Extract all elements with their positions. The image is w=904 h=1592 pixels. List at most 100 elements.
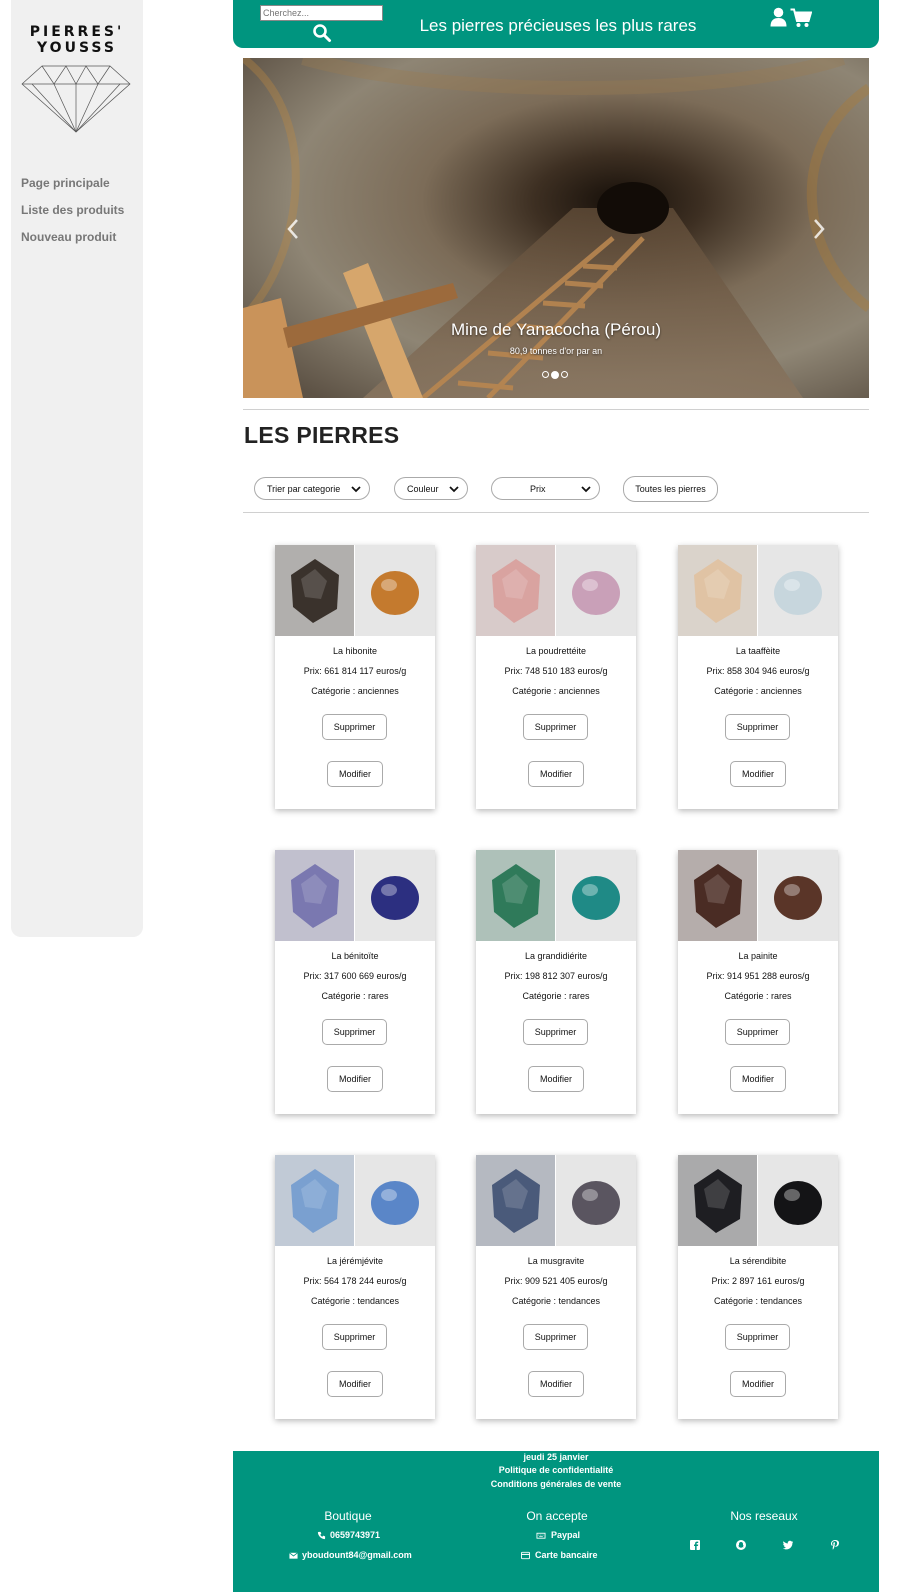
diamond-icon [21,65,131,133]
product-image [758,1155,838,1246]
pinterest-icon[interactable] [829,1539,841,1551]
product-image [476,1155,555,1246]
product-price: Prix: 317 600 669 euros/g [303,971,407,981]
product-image [476,850,555,941]
search-input[interactable] [260,5,383,21]
product-card: La musgravite Prix: 909 521 405 euros/g Ca… [476,1155,636,1419]
carousel-prev-icon[interactable] [285,218,301,240]
footer-email-text: yboudount84@gmail.com [302,1550,412,1560]
product-image [355,850,435,941]
delete-button[interactable]: Supprimer [523,714,588,740]
product-price: Prix: 661 814 117 euros/g [303,666,407,676]
footer-phone-text: 0659743971 [330,1530,381,1540]
edit-button[interactable]: Modifier [528,1066,584,1092]
logo-line1: PIERRES' [29,24,125,40]
product-image [275,545,354,636]
divider [243,409,869,410]
product-image [556,545,636,636]
product-name: La taaffèite [735,646,781,656]
logo[interactable]: PIERRES' YOUSSS [11,24,143,56]
product-image [678,545,757,636]
edit-button[interactable]: Modifier [327,761,383,787]
edit-button[interactable]: Modifier [528,1371,584,1397]
footer-email[interactable]: yboudount84@gmail.com [289,1550,412,1560]
footer-card: Carte bancaire [520,1550,598,1560]
nav-page-principale[interactable]: Page principale [21,173,124,200]
footer-paypal: Paypal [535,1530,580,1540]
product-category: Catégorie : anciennes [512,686,600,696]
delete-button[interactable]: Supprimer [322,1019,387,1045]
privacy-link[interactable]: Politique de confidentialité [233,1465,879,1475]
product-card: La sérendibite Prix: 2 897 161 euros/g Cat… [678,1155,838,1419]
delete-button[interactable]: Supprimer [322,714,387,740]
cart-icon[interactable] [790,8,812,28]
product-image [275,850,354,941]
delete-button[interactable]: Supprimer [523,1324,588,1350]
product-name: La musgravite [527,1256,585,1266]
logo-line2: YOUSSS [37,40,117,56]
phone-icon [317,1531,326,1539]
product-card: La bénitoïte Prix: 317 600 669 euros/g Cat… [275,850,435,1114]
carousel-indicator[interactable] [551,370,559,379]
product-category: Catégorie : tendances [713,1296,803,1306]
product-image [355,545,435,636]
delete-button[interactable]: Supprimer [725,1019,790,1045]
facebook-icon[interactable] [689,1539,701,1551]
color-select-value: Couleur [407,483,439,494]
product-card: La painite Prix: 914 951 288 euros/g Catég… [678,850,838,1114]
price-select-value: Prix [530,483,546,494]
product-card: La taaffèite Prix: 858 304 946 euros/g Cat… [678,545,838,809]
price-select[interactable]: Prix [491,477,600,500]
cgv-link[interactable]: Conditions générales de vente [233,1479,879,1489]
sidebar-nav: Page principale Liste des produits Nouve… [21,173,124,254]
category-select[interactable]: Trier par categorie [254,477,370,500]
carousel-caption-subtitle: 80,9 tonnes d'or par an [509,346,603,356]
edit-button[interactable]: Modifier [528,761,584,787]
product-name: La poudrettéite [525,646,587,656]
delete-button[interactable]: Supprimer [725,1324,790,1350]
nav-nouveau-produit[interactable]: Nouveau produit [21,227,124,254]
footer-phone[interactable]: 0659743971 [317,1530,380,1540]
product-category: Catégorie : tendances [511,1296,601,1306]
envelope-icon [289,1551,298,1559]
product-name: La painite [738,951,778,961]
user-icon[interactable] [770,7,787,27]
footer-card-text: Carte bancaire [535,1550,598,1560]
product-price: Prix: 858 304 946 euros/g [706,666,810,676]
product-image [678,850,757,941]
hero-carousel[interactable]: Mine de Yanacocha (Pérou) 80,9 tonnes d'… [243,58,869,398]
product-image [678,1155,757,1246]
edit-button[interactable]: Modifier [327,1066,383,1092]
carousel-next-icon[interactable] [811,218,827,240]
footer-social-title: Nos reseaux [730,1509,798,1523]
all-stones-button[interactable]: Toutes les pierres [623,476,718,502]
product-category: Catégorie : rares [321,991,389,1001]
chevron-down-icon [351,485,361,492]
category-select-value: Trier par categorie [267,483,341,494]
delete-button[interactable]: Supprimer [322,1324,387,1350]
sidebar: PIERRES' YOUSSS Page principale Liste de… [11,0,143,937]
header-title: Les pierres précieuses les plus rares [419,16,697,35]
carousel-caption-title: Mine de Yanacocha (Pérou) [450,320,662,339]
product-image [758,850,838,941]
edit-button[interactable]: Modifier [730,1066,786,1092]
product-card: La jérémjévite Prix: 564 178 244 euros/g C… [275,1155,435,1419]
credit-card-icon [521,1551,530,1559]
edit-button[interactable]: Modifier [730,761,786,787]
nav-liste-produits[interactable]: Liste des produits [21,200,124,227]
delete-button[interactable]: Supprimer [725,714,790,740]
product-category: Catégorie : anciennes [311,686,399,696]
footer-shop-title: Boutique [324,1509,372,1523]
search-icon[interactable] [312,23,332,43]
product-card: La grandidiérite Prix: 198 812 307 euros/… [476,850,636,1114]
product-price: Prix: 914 951 288 euros/g [706,971,810,981]
footer-date: jeudi 25 janvier [523,1452,589,1462]
snapchat-icon[interactable] [735,1539,747,1551]
twitter-icon[interactable] [782,1539,794,1551]
product-category: Catégorie : tendances [310,1296,400,1306]
delete-button[interactable]: Supprimer [523,1019,588,1045]
color-select[interactable]: Couleur [394,477,468,500]
edit-button[interactable]: Modifier [730,1371,786,1397]
edit-button[interactable]: Modifier [327,1371,383,1397]
product-image [556,1155,636,1246]
